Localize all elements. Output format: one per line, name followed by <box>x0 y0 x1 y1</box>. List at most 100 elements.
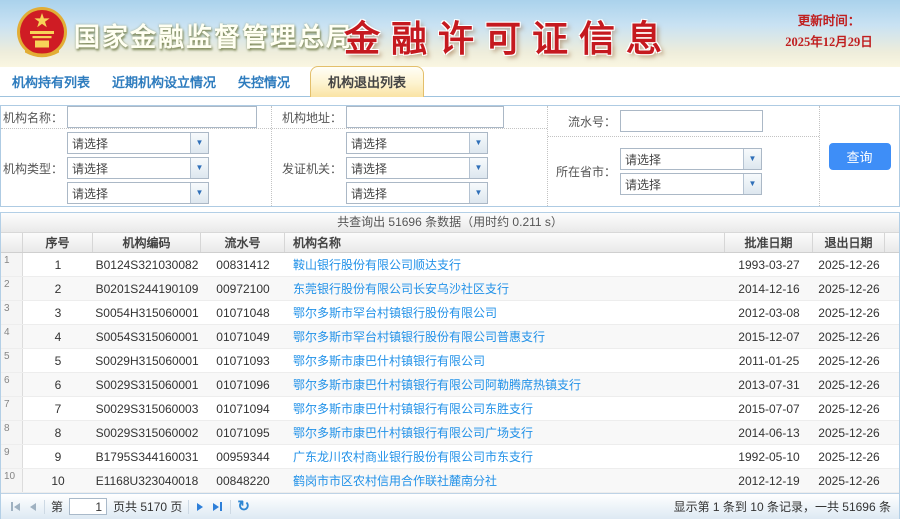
city-select[interactable]: 请选择 ▼ <box>620 173 762 195</box>
cell-org-name: 鄂尔多斯市康巴什村镇银行有限公司东胜支行 <box>285 397 725 420</box>
org-address-label: 机构地址： <box>272 109 342 126</box>
scrollbar-gutter <box>885 397 899 420</box>
chevron-down-icon: ▼ <box>743 149 761 169</box>
cell-approve-date: 2014-06-13 <box>725 421 813 444</box>
row-number: 6 <box>1 373 23 396</box>
org-name-input[interactable] <box>67 106 257 128</box>
cell-serial: 01071048 <box>201 301 285 324</box>
table-row: 4 4 S0054S315060001 01071049 鄂尔多斯市罕台村镇银行… <box>1 325 899 349</box>
org-name-link[interactable]: 鄂尔多斯市康巴什村镇银行有限公司广场支行 <box>293 424 533 441</box>
col-seq[interactable]: 序号 <box>23 233 93 252</box>
issuer-select-3[interactable]: 请选择 ▼ <box>346 182 488 204</box>
cell-org-code: B0201S244190109 <box>93 277 201 300</box>
org-type-select-3[interactable]: 请选择 ▼ <box>67 182 209 204</box>
cell-seq: 10 <box>23 469 93 492</box>
org-name-link[interactable]: 鞍山银行股份有限公司顺达支行 <box>293 256 461 273</box>
cell-seq: 3 <box>23 301 93 324</box>
page-label-prefix: 第 <box>51 498 63 515</box>
row-number: 3 <box>1 301 23 324</box>
cell-exit-date: 2025-12-26 <box>813 301 885 324</box>
cell-approve-date: 2014-12-16 <box>725 277 813 300</box>
agency-name: 国家金融监督管理总局 <box>74 17 354 54</box>
org-name-link[interactable]: 鄂尔多斯市康巴什村镇银行有限公司东胜支行 <box>293 400 533 417</box>
page-number-input[interactable] <box>69 498 107 515</box>
cell-approve-date: 2015-07-07 <box>725 397 813 420</box>
col-serial[interactable]: 流水号 <box>201 233 285 252</box>
issuer-select-1[interactable]: 请选择 ▼ <box>346 132 488 154</box>
result-count-bar: 共查询出 51696 条数据（用时约 0.211 s） <box>1 213 899 233</box>
search-form: 机构名称： 机构类型： 请选择 ▼ 请选择 ▼ 请选择 ▼ <box>0 105 900 207</box>
scrollbar-gutter <box>885 469 899 492</box>
tab-institution-exit-list[interactable]: 机构退出列表 <box>310 66 424 97</box>
next-page-button[interactable] <box>195 501 205 513</box>
cell-org-name: 鞍山银行股份有限公司顺达支行 <box>285 253 725 276</box>
province-select[interactable]: 请选择 ▼ <box>620 148 762 170</box>
cell-org-name: 鄂尔多斯市罕台村镇银行股份有限公司 <box>285 301 725 324</box>
cell-org-code: S0029S315060001 <box>93 373 201 396</box>
cell-org-name: 东莞银行股份有限公司长安乌沙社区支行 <box>285 277 725 300</box>
col-org-name[interactable]: 机构名称 <box>285 233 725 252</box>
row-number: 10 <box>1 469 23 492</box>
org-name-link[interactable]: 鹤岗市市区农村信用合作联社麓南分社 <box>293 472 497 489</box>
issuer-label: 发证机关： <box>272 160 342 177</box>
col-approve-date[interactable]: 批准日期 <box>725 233 813 252</box>
cell-exit-date: 2025-12-26 <box>813 253 885 276</box>
search-button[interactable]: 查询 <box>829 143 891 170</box>
org-type-label: 机构类型： <box>1 160 63 177</box>
table-row: 2 2 B0201S244190109 00972100 东莞银行股份有限公司长… <box>1 277 899 301</box>
cell-exit-date: 2025-12-26 <box>813 277 885 300</box>
refresh-icon[interactable]: ↻ <box>237 499 250 514</box>
table-row: 3 3 S0054H315060001 01071048 鄂尔多斯市罕台村镇银行… <box>1 301 899 325</box>
tab-recent-establishment[interactable]: 近期机构设立情况 <box>110 67 218 96</box>
scrollbar-gutter <box>885 253 899 276</box>
chevron-down-icon: ▼ <box>469 183 487 203</box>
org-name-link[interactable]: 广东龙川农村商业银行股份有限公司市东支行 <box>293 448 533 465</box>
scrollbar-gutter <box>885 325 899 348</box>
row-number: 2 <box>1 277 23 300</box>
cell-org-name: 鄂尔多斯市康巴什村镇银行有限公司广场支行 <box>285 421 725 444</box>
org-type-select-1[interactable]: 请选择 ▼ <box>67 132 209 154</box>
cell-seq: 5 <box>23 349 93 372</box>
cell-approve-date: 2013-07-31 <box>725 373 813 396</box>
cell-org-code: E1168U323040018 <box>93 469 201 492</box>
results-panel: 共查询出 51696 条数据（用时约 0.211 s） 序号 机构编码 流水号 … <box>0 212 900 519</box>
col-org-code[interactable]: 机构编码 <box>93 233 201 252</box>
cell-approve-date: 2012-03-08 <box>725 301 813 324</box>
last-page-button[interactable] <box>211 500 224 513</box>
table-row: 8 8 S0029S315060002 01071095 鄂尔多斯市康巴什村镇银… <box>1 421 899 445</box>
page-label-suffix: 页共 5170 页 <box>113 498 182 515</box>
pagination-bar: 第 页共 5170 页 ↻ 显示第 1 条到 10 条记录，一共 51696 条 <box>1 493 899 519</box>
cell-seq: 9 <box>23 445 93 468</box>
chevron-down-icon: ▼ <box>469 133 487 153</box>
tab-loss-of-control[interactable]: 失控情况 <box>236 67 292 96</box>
table-row: 7 7 S0029S315060003 01071094 鄂尔多斯市康巴什村镇银… <box>1 397 899 421</box>
form-col-actions: 查询 <box>820 106 899 206</box>
serial-input[interactable] <box>620 110 763 132</box>
org-name-link[interactable]: 鄂尔多斯市康巴什村镇银行有限公司 <box>293 352 485 369</box>
org-type-select-2[interactable]: 请选择 ▼ <box>67 157 209 179</box>
cell-approve-date: 2015-12-07 <box>725 325 813 348</box>
first-page-button[interactable] <box>9 500 22 513</box>
record-range-summary: 显示第 1 条到 10 条记录，一共 51696 条 <box>674 498 891 515</box>
chevron-down-icon: ▼ <box>469 158 487 178</box>
org-address-input[interactable] <box>346 106 504 128</box>
cell-serial: 01071093 <box>201 349 285 372</box>
cell-approve-date: 1992-05-10 <box>725 445 813 468</box>
cell-seq: 1 <box>23 253 93 276</box>
row-number: 5 <box>1 349 23 372</box>
page-title: 金融许可证信息 <box>344 10 673 62</box>
col-exit-date[interactable]: 退出日期 <box>813 233 885 252</box>
serial-label: 流水号： <box>548 113 616 130</box>
org-name-link[interactable]: 鄂尔多斯市罕台村镇银行股份有限公司普惠支行 <box>293 328 545 345</box>
row-number-header <box>1 233 23 252</box>
cell-org-name: 鄂尔多斯市康巴什村镇银行有限公司 <box>285 349 725 372</box>
tab-institution-holdings[interactable]: 机构持有列表 <box>10 67 92 96</box>
org-name-link[interactable]: 鄂尔多斯市康巴什村镇银行有限公司阿勒腾席热镇支行 <box>293 376 581 393</box>
org-name-link[interactable]: 鄂尔多斯市罕台村镇银行股份有限公司 <box>293 304 497 321</box>
chevron-down-icon: ▼ <box>743 174 761 194</box>
issuer-select-2[interactable]: 请选择 ▼ <box>346 157 488 179</box>
prev-page-button[interactable] <box>28 501 38 513</box>
cell-org-name: 鄂尔多斯市康巴什村镇银行有限公司阿勒腾席热镇支行 <box>285 373 725 396</box>
table-row: 6 6 S0029S315060001 01071096 鄂尔多斯市康巴什村镇银… <box>1 373 899 397</box>
org-name-link[interactable]: 东莞银行股份有限公司长安乌沙社区支行 <box>293 280 509 297</box>
